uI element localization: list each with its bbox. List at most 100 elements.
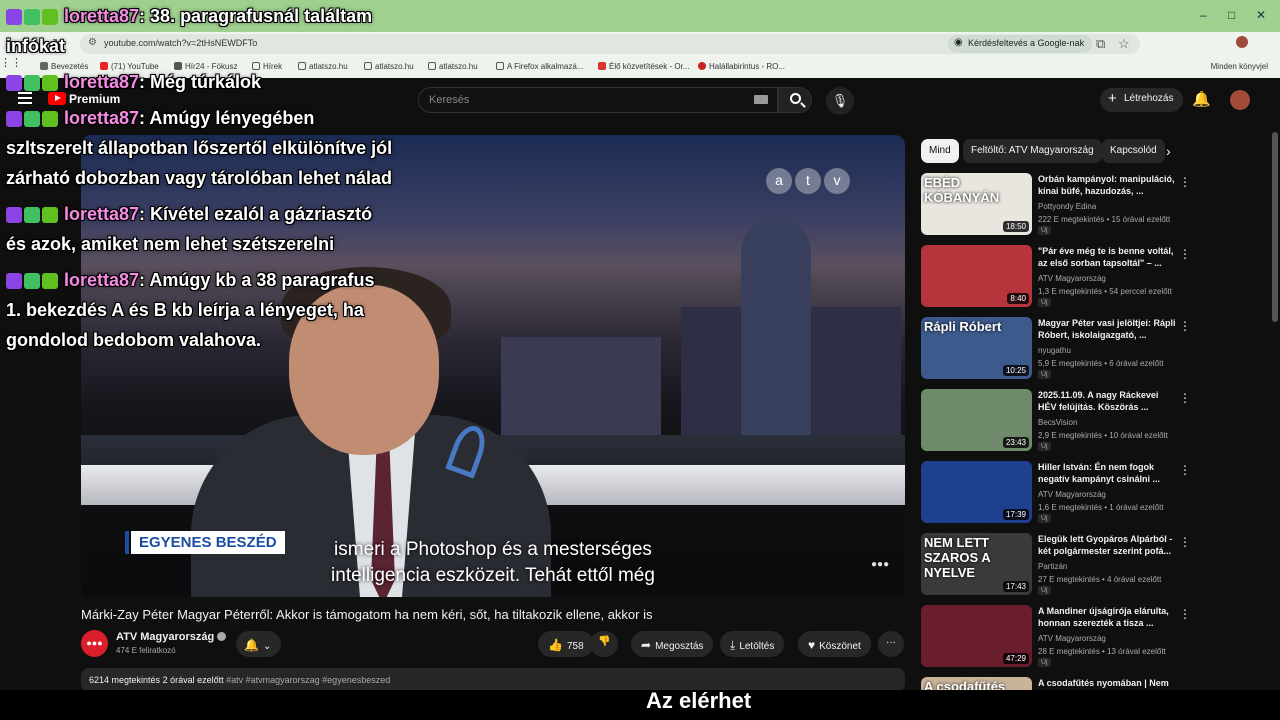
search-button[interactable]	[778, 87, 812, 113]
bookmark-item[interactable]: Bevezetés	[40, 62, 88, 71]
scrollbar-thumb[interactable]	[1272, 132, 1278, 322]
google-search-label: Kérdésfeltevés a Google-nak	[968, 38, 1085, 48]
like-button[interactable]: 👍 758	[538, 631, 594, 657]
bookmark-folder[interactable]: A Firefox alkalmazá...	[496, 62, 583, 71]
bookmark-item[interactable]: Hír24 - Fókusz	[174, 62, 237, 71]
recommendation-channel[interactable]: Pottyondy Edina	[1038, 202, 1096, 211]
bell-icon: 🔔	[244, 638, 259, 652]
chevron-right-icon[interactable]: ›	[1166, 143, 1171, 159]
more-actions-button[interactable]: ···	[878, 631, 904, 657]
recommendation-card[interactable]: 47:29 A Mandiner újságírója elárulta, hon…	[921, 605, 1266, 669]
scrollbar[interactable]	[1272, 122, 1278, 692]
keyboard-icon[interactable]	[754, 95, 768, 104]
bookmark-item[interactable]: Halállabirintus - RO...	[698, 62, 785, 71]
chat-text: : Kívétel ezalól a gázriasztó	[139, 204, 373, 224]
recommendation-title[interactable]: Elegük lett Gyopáros Alpárból - két polg…	[1038, 533, 1178, 557]
video-thumbnail[interactable]: 23:43	[921, 389, 1032, 451]
maximize-icon[interactable]: □	[1228, 8, 1235, 22]
address-bar-row: ← → ↻ ⚙ youtube.com/watch?v=2tHsNEWDFTo …	[0, 32, 1280, 56]
download-button[interactable]: ⤓ Letöltés	[720, 631, 785, 657]
more-vert-icon[interactable]: ⋮	[1179, 607, 1191, 621]
thumbnail-text: NEM LETT SZAROS A NYELVE	[924, 535, 991, 580]
subscribe-bell-button[interactable]: 🔔 ⌄	[236, 631, 282, 657]
more-vert-icon[interactable]: ⋮	[1179, 535, 1191, 549]
search-input[interactable]: Keresés	[418, 87, 778, 113]
recommendation-card[interactable]: 17:39 Hiller István: Én nem fogok negatív…	[921, 461, 1266, 525]
chat-text: gondolod bedobom valahova.	[6, 330, 262, 350]
video-thumbnail[interactable]: NEM LETT SZAROS A NYELVE 17:43	[921, 533, 1032, 595]
bookmark-star-icon[interactable]: ☆	[1118, 36, 1130, 52]
more-vert-icon[interactable]: ⋮	[1179, 463, 1191, 477]
profile-avatar[interactable]	[1236, 36, 1248, 48]
chat-username: loretta87	[64, 108, 140, 128]
chat-username: loretta87	[64, 270, 140, 290]
recommendation-channel[interactable]: Partizán	[1038, 562, 1067, 571]
recommendation-channel[interactable]: ATV Magyarország	[1038, 634, 1106, 643]
chat-message-line: loretta87: 38. paragrafusnál találtam	[6, 6, 372, 30]
recommendation-meta: 222 E megtekintés • 15 órával ezelőtt	[1038, 215, 1171, 224]
chip-all[interactable]: Mind	[921, 139, 959, 163]
bookmark-folder[interactable]: Hírek	[252, 62, 282, 71]
all-bookmarks[interactable]: Minden könyvjel	[1211, 62, 1268, 71]
more-vert-icon[interactable]: ⋮	[1179, 247, 1191, 261]
recommendation-card[interactable]: 23:43 2025.11.09. A nagy Ráckevei HÉV fel…	[921, 389, 1266, 453]
recommendation-title[interactable]: "Pár éve még te is benne voltál, az első…	[1038, 245, 1178, 269]
hashtags[interactable]: #atv #atvmagyarorszag #egyenesbeszed	[226, 675, 390, 685]
create-button[interactable]: + Létrehozás	[1100, 88, 1184, 112]
apps-icon[interactable]: ⋮⋮	[0, 57, 22, 69]
video-duration: 47:29	[1002, 653, 1029, 664]
recommendation-channel[interactable]: BecsVision	[1038, 418, 1077, 427]
recommendation-title[interactable]: A Mandiner újságírója elárulta, honnan s…	[1038, 605, 1178, 629]
more-vert-icon[interactable]: ⋮	[1179, 175, 1191, 189]
bookmark-item[interactable]: Élő közvetítések - Or...	[598, 62, 689, 71]
emote-badge-icon	[42, 207, 58, 223]
recommendation-card[interactable]: 8:40 "Pár éve még te is benne voltál, az …	[921, 245, 1266, 309]
recommendation-title[interactable]: A csodafűtés nyomában | Nem	[1038, 677, 1178, 689]
recommendation-title[interactable]: Orbán kampányol: manipuláció, kínai büfé…	[1038, 173, 1178, 197]
bottom-overlay-text: Az elérhet	[646, 688, 752, 713]
recommendation-card[interactable]: EBÉD KÓBANYÁN 18:50 Orbán kampányol: manip…	[921, 173, 1266, 237]
site-info-icon[interactable]: ⚙	[88, 37, 97, 48]
recommendation-channel[interactable]: nyugathu	[1038, 346, 1071, 355]
chip-uploader[interactable]: Feltöltő: ATV Magyarország	[963, 139, 1102, 163]
recommendation-channel[interactable]: ATV Magyarország	[1038, 274, 1106, 283]
recommendation-title[interactable]: Magyar Péter vasi jelöltjei: Rápli Róber…	[1038, 317, 1178, 341]
upload-age: 2 órával ezelőtt	[162, 675, 224, 685]
account-avatar[interactable]	[1230, 90, 1250, 110]
share-button[interactable]: ➦ Megosztás	[631, 631, 714, 657]
twitch-badge-icon	[6, 111, 22, 127]
video-thumbnail[interactable]: 8:40	[921, 245, 1032, 307]
emote-badge-icon	[42, 111, 58, 127]
install-icon[interactable]: ⧉	[1096, 36, 1105, 52]
recommendation-card[interactable]: NEM LETT SZAROS A NYELVE 17:43 Elegük lett…	[921, 533, 1266, 597]
recommendation-card[interactable]: Rápli Róbert 10:25 Magyar Péter vasi jelöl…	[921, 317, 1266, 381]
channel-name[interactable]: ATV Magyarország	[116, 631, 227, 643]
video-thumbnail[interactable]: 17:39	[921, 461, 1032, 523]
video-thumbnail[interactable]: EBÉD KÓBANYÁN 18:50	[921, 173, 1032, 235]
bookmark-folder[interactable]: atlatszo.hu	[298, 62, 348, 71]
recommendation-title[interactable]: 2025.11.09. A nagy Ráckevei HÉV felújítá…	[1038, 389, 1178, 413]
bookmark-folder[interactable]: atlatszo.hu	[428, 62, 478, 71]
description-box[interactable]: 6214 megtekintés 2 órával ezelőtt #atv #…	[81, 668, 905, 692]
video-thumbnail[interactable]: 47:29	[921, 605, 1032, 667]
bookmark-folder[interactable]: atlatszo.hu	[364, 62, 414, 71]
minimize-icon[interactable]: –	[1200, 8, 1207, 22]
more-vert-icon[interactable]: ⋮	[1179, 319, 1191, 333]
dislike-button[interactable]: 👎	[590, 631, 619, 657]
channel-avatar[interactable]: ●●●	[81, 630, 108, 657]
video-thumbnail[interactable]: Rápli Róbert 10:25	[921, 317, 1032, 379]
more-vert-icon[interactable]: ⋮	[1179, 391, 1191, 405]
new-badge: Új	[1038, 442, 1051, 451]
close-window-icon[interactable]: ✕	[1256, 8, 1266, 22]
notifications-bell-icon[interactable]: 🔔	[1192, 90, 1211, 108]
recommendation-title[interactable]: Hiller István: Én nem fogok negatív kamp…	[1038, 461, 1178, 485]
chip-related[interactable]: Kapcsolód	[1102, 139, 1165, 163]
bookmark-item[interactable]: (71) YouTube	[100, 62, 159, 71]
recommendation-meta: 27 E megtekintés • 4 órával ezelőtt	[1038, 575, 1162, 584]
google-search-button[interactable]: ◉ Kérdésfeltevés a Google-nak	[948, 35, 1093, 53]
atv-watermark: a t v	[766, 168, 850, 194]
recommendation-channel[interactable]: ATV Magyarország	[1038, 490, 1106, 499]
voice-search-button[interactable]: 🎙	[826, 87, 854, 115]
thanks-button[interactable]: ♥ Köszönet	[798, 631, 871, 657]
chat-text: : Amúgy kb a 38 paragrafus	[139, 270, 375, 290]
